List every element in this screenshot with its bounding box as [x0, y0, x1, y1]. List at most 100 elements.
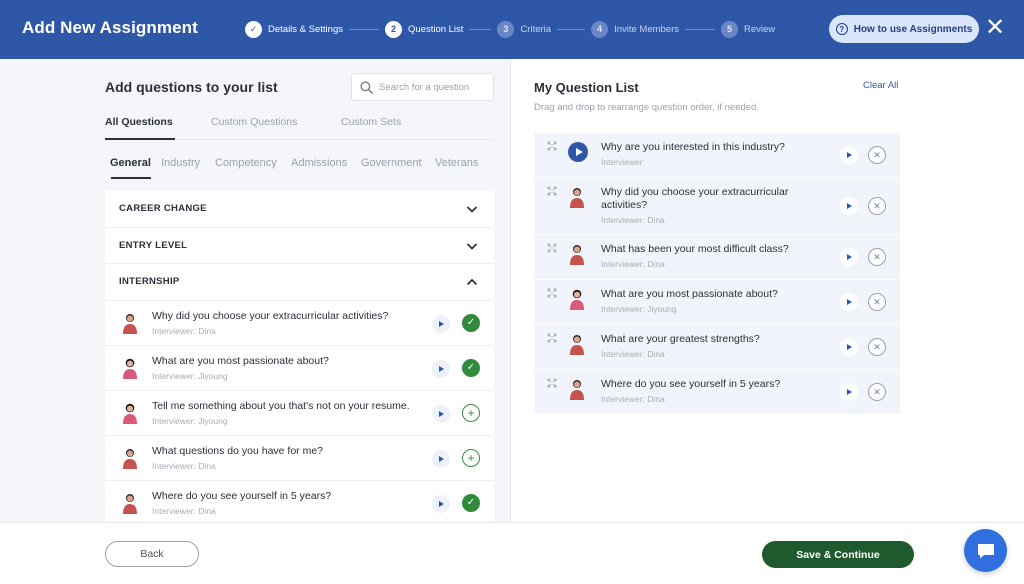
chat-button[interactable] — [964, 529, 1007, 572]
save-continue-button[interactable]: Save & Continue — [762, 541, 914, 568]
interviewer-avatar — [123, 448, 137, 469]
category-label: CAREER CHANGE — [119, 203, 207, 215]
play-button[interactable] — [840, 146, 858, 164]
step-invite-members[interactable]: 4 Invite Members — [591, 20, 679, 38]
step-number: 4 — [591, 20, 609, 38]
plus-icon: + — [467, 405, 475, 420]
question-row: Where do you see yourself in 5 years? In… — [105, 481, 494, 523]
active-subtab-indicator — [111, 177, 151, 179]
my-question-row[interactable]: Where do you see yourself in 5 years? In… — [534, 370, 900, 415]
play-button[interactable] — [432, 449, 450, 468]
close-icon: ✕ — [873, 341, 881, 352]
interviewer-avatar — [123, 493, 137, 514]
plus-icon: + — [467, 450, 475, 465]
question-text: What are your greatest strengths? — [601, 333, 760, 345]
add-question-button[interactable]: + — [462, 403, 480, 422]
category-career-change[interactable]: CAREER CHANGE — [105, 191, 494, 228]
remove-question-button[interactable]: ✕ — [868, 383, 886, 401]
interviewer-avatar — [123, 403, 137, 424]
play-button[interactable] — [840, 248, 858, 266]
back-button[interactable]: Back — [105, 541, 199, 567]
close-icon: ✕ — [873, 296, 881, 307]
remove-question-button[interactable]: ✕ — [868, 293, 886, 311]
search-icon — [360, 80, 373, 94]
subtab-competency[interactable]: Competency — [215, 157, 277, 169]
my-question-row[interactable]: What are you most passionate about? Inte… — [534, 280, 900, 325]
my-question-list: Why are you interested in this industry?… — [534, 133, 900, 415]
added-check-button[interactable]: ✓ — [462, 358, 480, 377]
added-check-button[interactable]: ✓ — [462, 493, 480, 512]
search-box[interactable] — [351, 73, 494, 101]
tab-custom-questions[interactable]: Custom Questions — [211, 116, 297, 128]
drag-handle-icon[interactable] — [547, 378, 557, 388]
tab-custom-sets[interactable]: Custom Sets — [341, 116, 401, 128]
tab-all-questions[interactable]: All Questions — [105, 116, 173, 128]
search-input[interactable] — [379, 81, 484, 93]
step-review[interactable]: 5 Review — [721, 20, 775, 38]
drag-handle-icon[interactable] — [547, 333, 557, 343]
play-icon — [439, 455, 444, 462]
play-button[interactable] — [432, 494, 450, 513]
my-question-row[interactable]: Why did you choose your extracurricular … — [534, 178, 900, 235]
my-question-row[interactable]: What has been your most difficult class?… — [534, 235, 900, 280]
play-icon — [439, 410, 444, 417]
interviewer-avatar — [570, 245, 584, 265]
added-check-button[interactable]: ✓ — [462, 313, 480, 332]
step-question-list[interactable]: 2 Question List — [384, 20, 463, 38]
play-button[interactable] — [432, 314, 450, 333]
step-criteria[interactable]: 3 Criteria — [497, 20, 551, 38]
play-button[interactable] — [432, 359, 450, 378]
play-button[interactable] — [840, 293, 858, 311]
play-icon — [847, 344, 852, 350]
interviewer-avatar — [570, 289, 584, 310]
remove-question-button[interactable]: ✕ — [868, 146, 886, 164]
interviewer-label: Interviewer: Dina — [152, 325, 216, 336]
play-icon — [847, 389, 852, 395]
panel-title: My Question List — [534, 80, 639, 95]
my-question-list-panel: My Question List Clear All Drag and drop… — [511, 59, 1024, 522]
remove-question-button[interactable]: ✕ — [868, 197, 886, 215]
interviewer-label: Interviewer: Dina — [601, 394, 665, 404]
subtab-industry[interactable]: Industry — [161, 157, 200, 169]
interviewer-avatar — [570, 380, 584, 400]
step-connector — [348, 28, 379, 30]
play-button[interactable] — [840, 383, 858, 401]
drag-handle-icon[interactable] — [547, 186, 557, 196]
header-bar: Add New Assignment ✓ Details & Settings … — [0, 0, 1024, 59]
remove-question-button[interactable]: ✕ — [868, 338, 886, 356]
step-details-settings[interactable]: ✓ Details & Settings — [245, 20, 343, 38]
question-row: What questions do you have for me? Inter… — [105, 436, 494, 481]
how-to-use-label: How to use Assignments — [853, 23, 973, 35]
my-question-row[interactable]: What are your greatest strengths? Interv… — [534, 325, 900, 370]
play-icon — [847, 203, 852, 209]
drag-handle-icon[interactable] — [547, 288, 557, 298]
subtab-veterans[interactable]: Veterans — [435, 157, 478, 169]
close-icon[interactable]: ✕ — [984, 16, 1006, 41]
drag-handle-icon[interactable] — [547, 243, 557, 253]
category-internship[interactable]: INTERNSHIP — [105, 264, 494, 301]
step-label: Details & Settings — [268, 23, 343, 35]
play-button[interactable] — [840, 338, 858, 356]
my-question-row[interactable]: Why are you interested in this industry?… — [534, 133, 900, 178]
question-tabs: All Questions Custom Questions Custom Se… — [105, 116, 494, 140]
drag-handle-icon[interactable] — [547, 141, 557, 151]
category-label: ENTRY LEVEL — [119, 239, 188, 251]
step-check-icon: ✓ — [245, 20, 262, 38]
how-to-use-button[interactable]: ? How to use Assignments — [829, 15, 979, 43]
custom-question-play-icon — [568, 142, 588, 162]
play-button[interactable] — [432, 404, 450, 423]
subtab-general[interactable]: General — [110, 157, 151, 169]
add-question-button[interactable]: + — [462, 448, 480, 467]
category-entry-level[interactable]: ENTRY LEVEL — [105, 228, 494, 264]
subtab-government[interactable]: Government — [361, 157, 422, 169]
close-icon: ✕ — [873, 149, 881, 160]
step-connector — [469, 28, 492, 30]
interviewer-label: Interviewer: Dina — [152, 460, 216, 471]
question-text: What are you most passionate about? — [152, 354, 329, 367]
interviewer-label: Interviewer: Dina — [601, 349, 665, 359]
remove-question-button[interactable]: ✕ — [868, 248, 886, 266]
subtab-admissions[interactable]: Admissions — [291, 157, 347, 169]
clear-all-link[interactable]: Clear All — [863, 80, 898, 91]
play-button[interactable] — [840, 197, 858, 215]
question-row: What are you most passionate about? Inte… — [105, 346, 494, 391]
